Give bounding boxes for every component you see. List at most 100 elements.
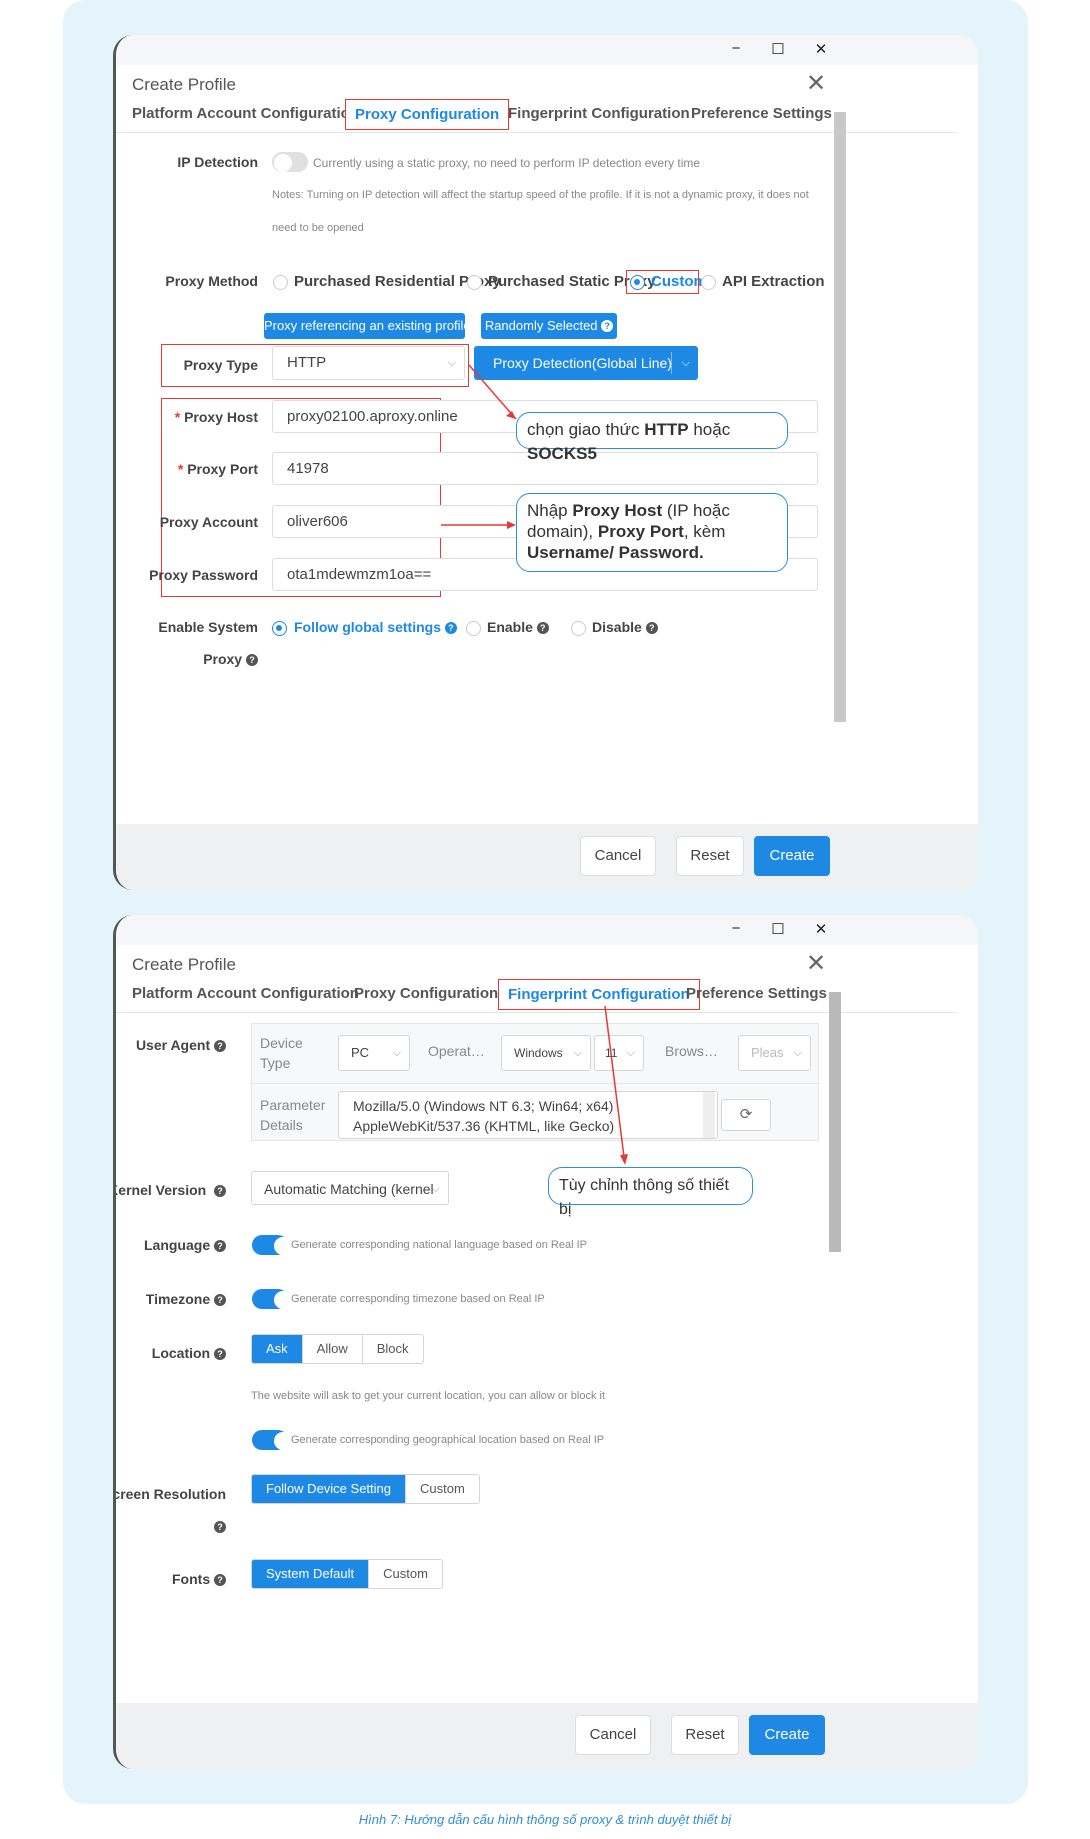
fonts-label: Fonts ?: [172, 1571, 226, 1587]
create-button[interactable]: Create: [754, 836, 830, 876]
resolution-custom[interactable]: Custom: [406, 1475, 479, 1503]
os-version-select[interactable]: 11 ⌵: [594, 1035, 644, 1071]
system-proxy-label-cont: Proxy ?: [203, 651, 258, 667]
proxy-detection-label: Proxy Detection(Global Line): [493, 355, 672, 371]
proxy-method-label: Proxy Method: [165, 273, 258, 289]
radio-static[interactable]: [467, 275, 482, 290]
maximize-icon[interactable]: ☐: [768, 920, 788, 938]
scrollbar[interactable]: [829, 992, 841, 1252]
help-icon: ?: [214, 1294, 226, 1306]
randomly-selected-button[interactable]: Randomly Selected ?: [481, 313, 617, 339]
option-disable[interactable]: Disable ?: [592, 619, 658, 635]
callout-protocol: chọn giao thức HTTP hoặc SOCKS5: [516, 412, 788, 463]
device-type-label: Device Type: [260, 1035, 303, 1071]
callout-text: Nhập: [527, 501, 573, 520]
system-proxy-label: Enable System: [158, 619, 258, 635]
device-type-select[interactable]: PC ⌵: [338, 1035, 410, 1071]
window-close-icon[interactable]: ✕: [811, 920, 831, 938]
randomly-selected-label: Randomly Selected: [484, 318, 598, 333]
option-custom[interactable]: Custom: [651, 273, 707, 290]
dialog-close-icon[interactable]: ✕: [806, 952, 826, 976]
textarea-scrollbar[interactable]: [703, 1092, 715, 1138]
proxy-host-label-text: Proxy Host: [184, 409, 258, 425]
tab-fingerprint[interactable]: Fingerprint Configuration: [498, 979, 700, 1010]
tab-proxy-configuration[interactable]: Proxy Configuration: [345, 99, 510, 130]
radio-custom[interactable]: [630, 275, 645, 290]
option-enable[interactable]: Enable ?: [487, 619, 549, 635]
minimize-icon[interactable]: −: [726, 920, 746, 937]
create-profile-window-proxy: − ☐ ✕ Create Profile ✕ Platform Account …: [113, 35, 978, 890]
fonts-custom[interactable]: Custom: [369, 1560, 442, 1588]
chevron-down-icon: ⌵: [447, 357, 456, 369]
location-note: The website will ask to get your current…: [251, 1390, 605, 1402]
location-ip-toggle[interactable]: [252, 1430, 292, 1450]
tab-preference[interactable]: Preference Settings: [686, 985, 827, 1002]
cancel-button[interactable]: Cancel: [580, 836, 656, 876]
reset-button[interactable]: Reset: [671, 1715, 739, 1755]
help-icon: ?: [214, 1521, 226, 1533]
location-ask[interactable]: Ask: [252, 1335, 303, 1363]
kernel-version-select[interactable]: Automatic Matching (kernel ⌵: [251, 1171, 449, 1205]
proxy-port-label-text: Proxy Port: [187, 461, 258, 477]
help-icon: ?: [645, 622, 658, 634]
kernel-version-value: Automatic Matching (kernel: [264, 1181, 434, 1197]
proxy-host-label: * Proxy Host: [175, 409, 258, 425]
kernel-version-label: Kernel Version ?: [116, 1182, 226, 1198]
chevron-down-icon[interactable]: ⌵: [682, 346, 690, 380]
os-select[interactable]: Windows ⌵: [501, 1035, 591, 1071]
create-button[interactable]: Create: [749, 1715, 825, 1755]
option-api-extraction[interactable]: API Extraction: [722, 273, 825, 290]
screen-resolution-segmented: Follow Device Setting Custom: [251, 1474, 480, 1504]
reset-button[interactable]: Reset: [676, 836, 744, 876]
callout-bold: SOCKS5: [527, 444, 597, 463]
chevron-down-icon: ⌵: [431, 1183, 440, 1195]
user-agent-textarea[interactable]: Mozilla/5.0 (Windows NT 6.3; Win64; x64)…: [338, 1091, 718, 1139]
callout-device: Tùy chỉnh thông số thiết bị: [548, 1167, 753, 1218]
chevron-down-icon: ⌵: [626, 1047, 635, 1059]
radio-api[interactable]: [701, 275, 716, 290]
window-titlebar: − ☐ ✕: [116, 35, 978, 65]
help-icon: ?: [444, 622, 457, 634]
radio-follow-global[interactable]: [272, 621, 287, 636]
radio-disable[interactable]: [571, 621, 586, 636]
option-follow-global[interactable]: Follow global settings ?: [294, 619, 457, 635]
dialog-close-icon[interactable]: ✕: [806, 72, 826, 96]
resolution-follow-device[interactable]: Follow Device Setting: [252, 1475, 406, 1503]
radio-enable[interactable]: [466, 621, 481, 636]
ip-detection-toggle[interactable]: [272, 152, 308, 172]
user-agent-line: Mozilla/5.0 (Windows NT 6.3; Win64; x64): [353, 1098, 614, 1114]
required-mark: *: [177, 461, 184, 477]
maximize-icon[interactable]: ☐: [768, 40, 788, 58]
dialog-title: Create Profile: [132, 75, 236, 94]
refresh-icon[interactable]: ⟳: [721, 1099, 771, 1131]
tab-divider: [116, 132, 956, 133]
tab-preference[interactable]: Preference Settings: [691, 105, 832, 122]
location-block[interactable]: Block: [363, 1335, 423, 1363]
fonts-system-default[interactable]: System Default: [252, 1560, 370, 1588]
tab-platform-account[interactable]: Platform Account Configuration: [132, 105, 359, 122]
browser-select[interactable]: Pleas ⌵: [738, 1035, 811, 1071]
window-close-icon[interactable]: ✕: [811, 40, 831, 58]
language-toggle[interactable]: [252, 1235, 292, 1255]
proxy-referencing-button[interactable]: Proxy referencing an existing profile: [264, 313, 471, 339]
tab-proxy-configuration[interactable]: Proxy Configuration: [354, 985, 498, 1002]
help-icon: ?: [214, 1574, 226, 1586]
help-icon: ?: [214, 1348, 226, 1360]
callout-bold: HTTP: [644, 420, 689, 439]
screen-resolution-label: Screen Resolution: [113, 1486, 226, 1502]
proxy-type-select[interactable]: HTTP ⌵: [272, 346, 465, 380]
proxy-detection-button[interactable]: Proxy Detection(Global Line) ⌵: [474, 346, 698, 380]
timezone-description: Generate corresponding timezone based on…: [291, 1293, 545, 1305]
cancel-button[interactable]: Cancel: [575, 1715, 651, 1755]
scrollbar[interactable]: [834, 112, 846, 722]
radio-residential[interactable]: [273, 275, 288, 290]
fonts-segmented: System Default Custom: [251, 1559, 443, 1589]
tab-fingerprint[interactable]: Fingerprint Configuration: [508, 105, 690, 122]
ip-detection-label: IP Detection: [177, 154, 258, 170]
location-allow[interactable]: Allow: [303, 1335, 363, 1363]
system-proxy-label-text: Proxy: [203, 651, 243, 667]
tab-platform-account[interactable]: Platform Account Configuration: [132, 985, 359, 1002]
minimize-icon[interactable]: −: [726, 40, 746, 57]
timezone-toggle[interactable]: [252, 1289, 292, 1309]
proxy-password-label: Proxy Password: [149, 567, 258, 583]
